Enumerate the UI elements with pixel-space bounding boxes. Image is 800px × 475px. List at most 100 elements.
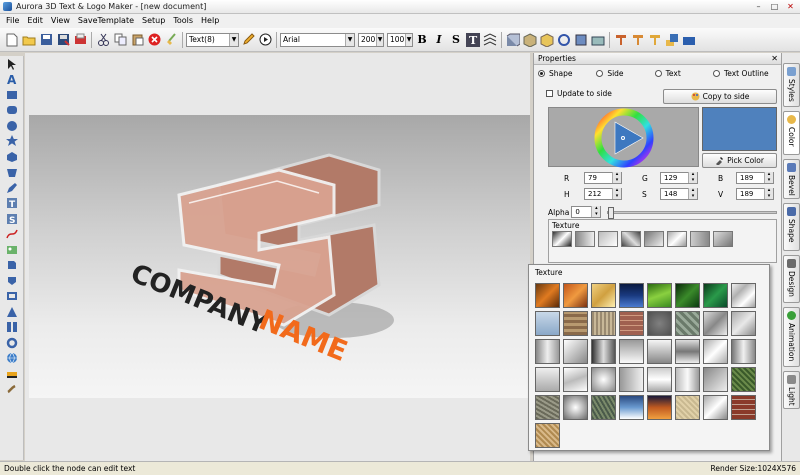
v-input[interactable]: 189 — [736, 188, 774, 200]
menu-help[interactable]: Help — [197, 14, 223, 28]
menu-file[interactable]: File — [2, 14, 23, 28]
texture-thumbnail[interactable] — [667, 231, 687, 247]
delete-icon[interactable] — [146, 32, 162, 48]
edit-pencil-icon[interactable] — [240, 32, 256, 48]
arrange-icon[interactable] — [664, 32, 680, 48]
layer-icon[interactable] — [681, 32, 697, 48]
texture-swatch[interactable] — [563, 367, 588, 392]
polygon-icon[interactable] — [3, 149, 21, 165]
texture-thumbnail[interactable] — [690, 231, 710, 247]
text-tool-icon[interactable]: A — [3, 72, 21, 88]
align-right-icon[interactable] — [647, 32, 663, 48]
texture-swatch[interactable] — [703, 367, 728, 392]
copy-icon[interactable] — [112, 32, 128, 48]
path-edit-icon[interactable] — [3, 227, 21, 243]
g-input[interactable]: 129 — [660, 172, 698, 184]
align-left-icon[interactable] — [613, 32, 629, 48]
cube-icon[interactable] — [522, 32, 538, 48]
menu-savetemplate[interactable]: SaveTemplate — [74, 14, 138, 28]
texture-swatch[interactable] — [675, 339, 700, 364]
menu-tools[interactable]: Tools — [169, 14, 197, 28]
texture-swatch[interactable] — [731, 339, 756, 364]
texture-thumbnail[interactable] — [552, 231, 572, 247]
brush-icon[interactable] — [3, 382, 21, 398]
rectangle-icon[interactable] — [3, 87, 21, 103]
radio-side[interactable]: Side — [596, 69, 654, 78]
save-as-icon[interactable] — [55, 32, 71, 48]
update-to-side-checkbox[interactable] — [546, 90, 553, 97]
texture-swatch[interactable] — [535, 339, 560, 364]
menu-setup[interactable]: Setup — [138, 14, 169, 28]
text-frame-icon[interactable]: T — [3, 196, 21, 212]
texture-thumbnail[interactable] — [644, 231, 664, 247]
shape-b-icon[interactable] — [3, 273, 21, 289]
texture-thumbnail[interactable] — [575, 231, 595, 247]
clear-brush-icon[interactable] — [163, 32, 179, 48]
shape-e-icon[interactable] — [3, 320, 21, 336]
texture-swatch[interactable] — [535, 423, 560, 448]
radio-text-outline[interactable]: Text Outline — [712, 69, 781, 78]
texture-swatch[interactable] — [591, 311, 616, 336]
strike-button[interactable]: S — [448, 32, 464, 48]
h-input[interactable]: 212 — [584, 188, 622, 200]
update-to-side-row[interactable]: Update to side — [546, 89, 612, 98]
shape-c-icon[interactable] — [3, 289, 21, 305]
alpha-slider[interactable] — [607, 206, 778, 219]
copy-to-side-button[interactable]: Copy to side — [663, 89, 777, 104]
paste-icon[interactable] — [129, 32, 145, 48]
box-icon[interactable] — [539, 32, 555, 48]
bold-button[interactable]: B — [414, 32, 430, 48]
tab-bevel[interactable]: Bevel — [783, 159, 800, 199]
globe-icon[interactable] — [3, 351, 21, 367]
texture-swatch[interactable] — [591, 367, 616, 392]
texture-swatch[interactable] — [647, 367, 672, 392]
save-icon[interactable] — [38, 32, 54, 48]
texture-swatch[interactable] — [619, 395, 644, 420]
texture-swatch[interactable] — [535, 283, 560, 308]
3d-view-icon[interactable] — [505, 32, 521, 48]
texture-swatch[interactable] — [563, 339, 588, 364]
text-object-select[interactable]: Text(8) ▼ — [186, 32, 239, 47]
shape-icon[interactable] — [3, 165, 21, 181]
texture-swatch[interactable] — [647, 311, 672, 336]
s-input[interactable]: 148 — [660, 188, 698, 200]
texture-thumbnail[interactable] — [621, 231, 641, 247]
texture-swatch[interactable] — [619, 311, 644, 336]
texture-thumbnail[interactable] — [713, 231, 733, 247]
texture-swatch[interactable] — [731, 395, 756, 420]
r-input[interactable]: 79 — [584, 172, 622, 184]
alpha-input[interactable]: 0 — [571, 206, 602, 218]
ring-icon[interactable] — [3, 335, 21, 351]
pointer-icon[interactable] — [3, 56, 21, 72]
texture-swatch[interactable] — [703, 395, 728, 420]
open-folder-icon[interactable] — [21, 32, 37, 48]
menu-view[interactable]: View — [47, 14, 74, 28]
play-icon[interactable] — [257, 32, 273, 48]
close-button[interactable]: ✕ — [783, 1, 798, 12]
texture-swatch[interactable] — [647, 339, 672, 364]
texture-swatch[interactable] — [703, 339, 728, 364]
rotate-icon[interactable] — [556, 32, 572, 48]
texture-swatch[interactable] — [563, 283, 588, 308]
tab-light[interactable]: Light — [783, 371, 800, 409]
shape-a-icon[interactable] — [3, 258, 21, 274]
texture-swatch[interactable] — [675, 395, 700, 420]
close-icon[interactable]: ✕ — [771, 53, 778, 65]
side-view-icon[interactable] — [590, 32, 606, 48]
maximize-button[interactable]: □ — [767, 1, 782, 12]
font-family-select[interactable]: Arial ▼ — [280, 32, 355, 47]
texture-swatch[interactable] — [675, 283, 700, 308]
texture-swatch[interactable] — [647, 283, 672, 308]
texture-swatch[interactable] — [619, 367, 644, 392]
texture-swatch[interactable] — [731, 283, 756, 308]
front-view-icon[interactable] — [573, 32, 589, 48]
size-select-2[interactable]: 100 ▼ — [387, 32, 413, 47]
texture-swatch[interactable] — [591, 395, 616, 420]
alpha-slider-thumb[interactable] — [608, 206, 615, 219]
texture-swatch[interactable] — [675, 311, 700, 336]
texture-swatch[interactable] — [535, 367, 560, 392]
texture-swatch[interactable] — [563, 395, 588, 420]
texture-thumbnail[interactable] — [598, 231, 618, 247]
tab-color[interactable]: Color — [783, 111, 800, 155]
radio-text[interactable]: Text — [654, 69, 713, 78]
